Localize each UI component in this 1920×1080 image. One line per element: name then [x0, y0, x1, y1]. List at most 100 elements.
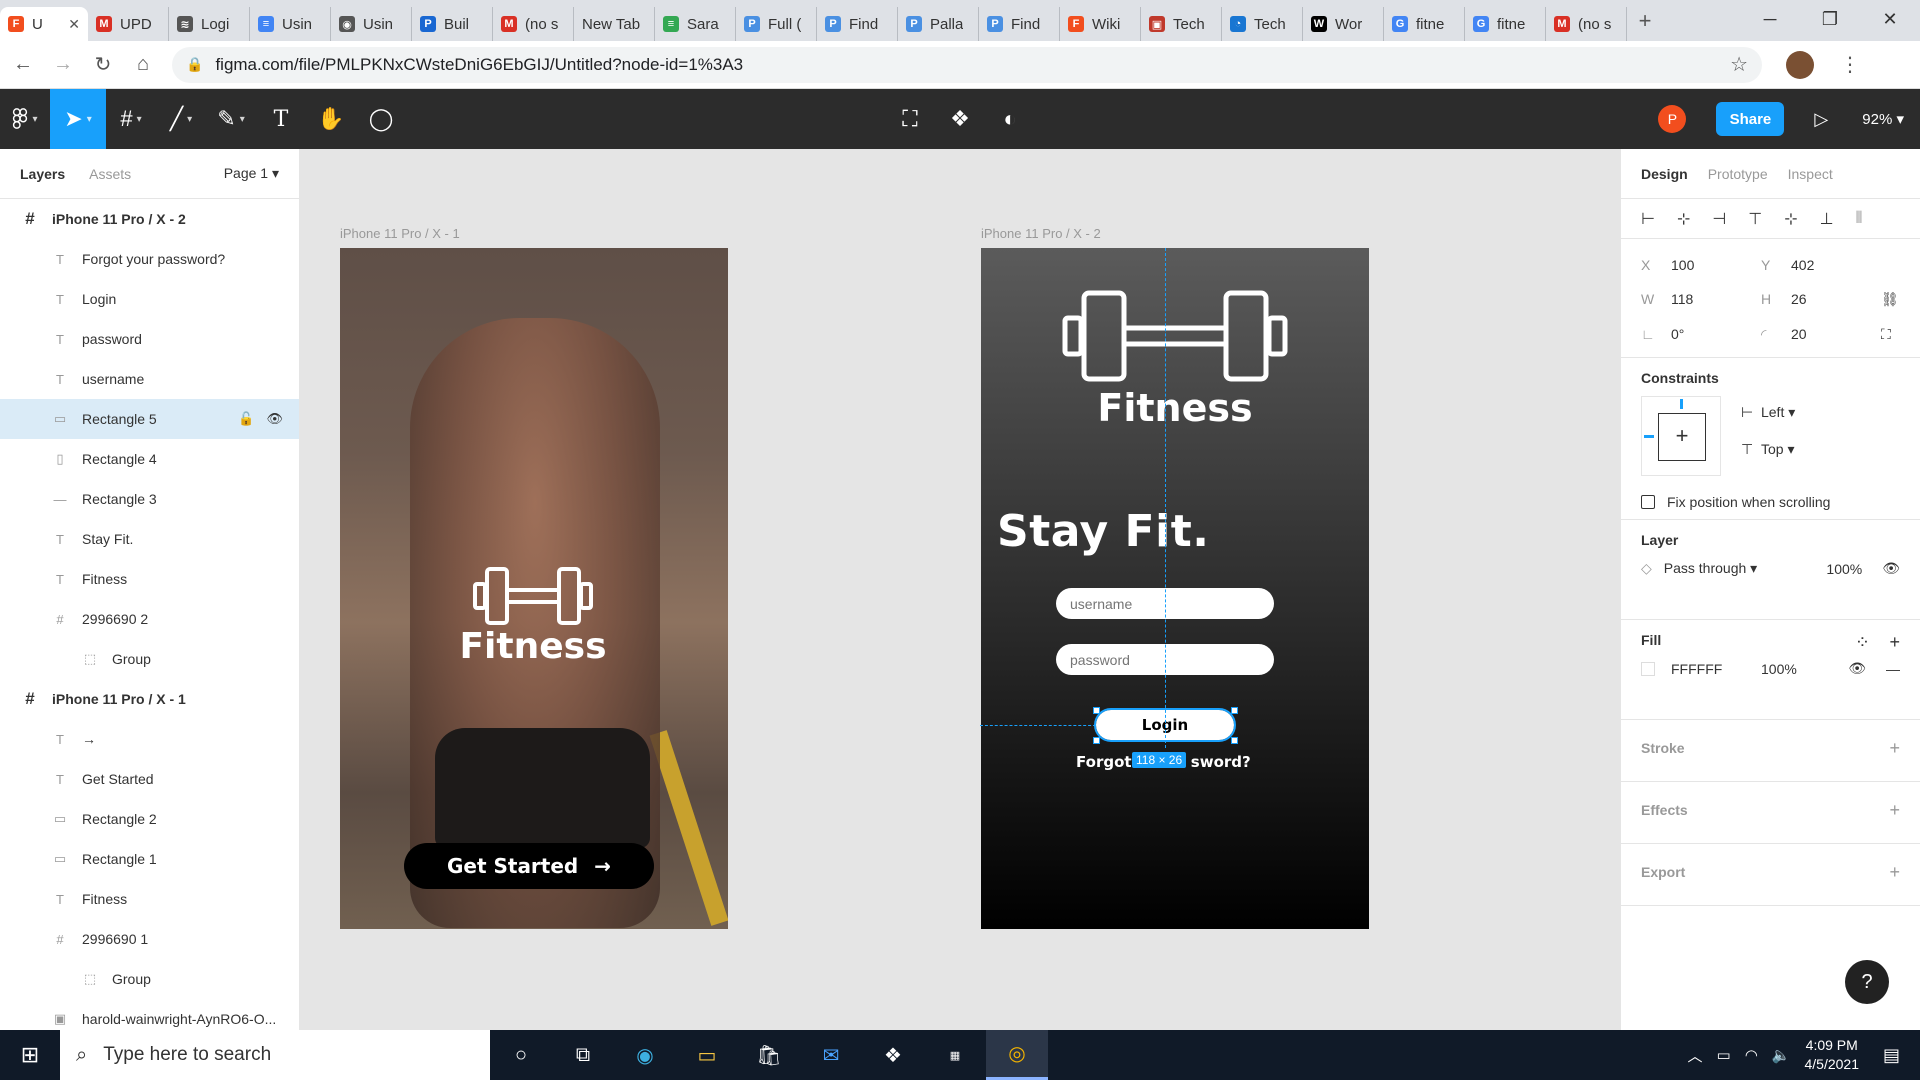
wifi-icon[interactable]: ◠	[1745, 1046, 1758, 1064]
components-icon[interactable]: ❖	[935, 89, 985, 149]
lock-icon[interactable]: 🔒	[186, 56, 203, 73]
tray-chevron-icon[interactable]: ︿	[1688, 1045, 1703, 1066]
windows-start-icon[interactable]: ⊞	[0, 1042, 60, 1068]
frame1-label[interactable]: iPhone 11 Pro / X - 1	[340, 226, 460, 241]
browser-tab[interactable]: P Full (	[736, 7, 817, 41]
fill-swatch[interactable]	[1641, 661, 1655, 676]
help-button[interactable]: ?	[1845, 960, 1889, 1004]
layer-row[interactable]: Tpassword	[0, 319, 299, 359]
align-left-icon[interactable]: ⊢	[1641, 209, 1655, 229]
tab-assets[interactable]: Assets	[89, 166, 131, 182]
file-explorer-icon[interactable]: ▭	[676, 1030, 738, 1080]
w-field[interactable]: W 118	[1641, 291, 1761, 308]
bookmark-star-icon[interactable]: ☆	[1730, 52, 1748, 77]
layer-row[interactable]: #2996690 2	[0, 599, 299, 639]
constraint-left-bar[interactable]	[1644, 435, 1654, 438]
dropbox-icon[interactable]: ❖	[862, 1030, 924, 1080]
browser-menu-icon[interactable]: ⋮	[1840, 52, 1860, 77]
bounding-box-icon[interactable]: ⛶	[885, 89, 935, 149]
blend-mode-dropdown[interactable]: Pass through ▾	[1664, 560, 1757, 577]
unlock-icon[interactable]: 🔓	[238, 411, 254, 427]
task-view-icon[interactable]: ⧉	[552, 1030, 614, 1080]
add-fill-icon[interactable]: +	[1889, 632, 1900, 653]
browser-tab[interactable]: M (no s	[1546, 7, 1627, 41]
layer-row[interactable]: #2996690 1	[0, 919, 299, 959]
browser-tab[interactable]: P Palla	[898, 7, 979, 41]
visibility-icon[interactable]: 👁	[266, 411, 283, 427]
fill-styles-icon[interactable]: ⁘	[1855, 632, 1870, 653]
hand-tool-icon[interactable]: ✋	[306, 89, 356, 149]
store-icon[interactable]: 🛍	[738, 1030, 800, 1080]
add-stroke-icon[interactable]: +	[1889, 738, 1900, 759]
fix-position-checkbox[interactable]: Fix position when scrolling	[1641, 494, 1900, 510]
present-play-icon[interactable]: ▷	[1814, 109, 1828, 130]
get-started-button[interactable]: Get Started →	[404, 843, 654, 889]
layer-row[interactable]: ▭ Rectangle 1	[0, 839, 299, 879]
edge-icon[interactable]: ◉	[614, 1030, 676, 1080]
layer-row[interactable]: ▯ Rectangle 4	[0, 439, 299, 479]
browser-tab[interactable]: Gfitne	[1384, 7, 1465, 41]
distribute-icon[interactable]: ⫴	[1856, 210, 1863, 228]
align-hcenter-icon[interactable]: ⊹	[1677, 209, 1690, 229]
y-field[interactable]: Y 402	[1761, 257, 1881, 273]
tab-prototype[interactable]: Prototype	[1708, 166, 1768, 182]
layer-row[interactable]: T Get Started	[0, 759, 299, 799]
resize-handle-br[interactable]	[1231, 737, 1238, 744]
taskbar-search[interactable]: ⌕ Type here to search	[60, 1030, 490, 1080]
browser-tab[interactable]: ▣ Tech	[1141, 7, 1222, 41]
clock[interactable]: 4:09 PM 4/5/2021	[1804, 1036, 1859, 1074]
fill-opacity[interactable]: 100%	[1761, 661, 1797, 677]
browser-tab[interactable]: ≡ Sara	[655, 7, 736, 41]
chrome-icon[interactable]: ◎	[986, 1030, 1048, 1080]
layer-row[interactable]: # iPhone 11 Pro / X - 2	[0, 199, 299, 239]
fill-visibility-icon[interactable]: 👁	[1848, 660, 1866, 677]
minimize-icon[interactable]: ─	[1740, 0, 1800, 41]
browser-tab[interactable]: ◉ Usin	[331, 7, 412, 41]
constrain-proportions-icon[interactable]: ⛓	[1881, 291, 1901, 308]
contrast-icon[interactable]: ◐	[985, 89, 1035, 149]
volume-icon[interactable]: 🔈	[1772, 1046, 1791, 1064]
figma-main-menu-icon[interactable]: ▾	[0, 89, 50, 149]
frame2-label[interactable]: iPhone 11 Pro / X - 2	[981, 226, 1101, 241]
browser-tab[interactable]: M (no s	[493, 7, 574, 41]
browser-tab[interactable]: F U ✕	[0, 7, 88, 41]
layer-opacity[interactable]: 100%	[1826, 561, 1862, 577]
align-top-icon[interactable]: ⊤	[1748, 209, 1762, 229]
resize-handle-tl[interactable]	[1093, 707, 1100, 714]
layer-row[interactable]: T Fitness	[0, 879, 299, 919]
user-avatar[interactable]: P	[1658, 105, 1687, 133]
home-icon[interactable]: ⌂	[126, 53, 160, 76]
align-right-icon[interactable]: ⊣	[1712, 209, 1726, 229]
layer-row[interactable]: ▭ Rectangle 5 🔓 👁	[0, 399, 299, 439]
tab-layers[interactable]: Layers	[20, 166, 65, 182]
browser-tab[interactable]: Gfitne	[1465, 7, 1546, 41]
layer-row[interactable]: — Rectangle 3	[0, 479, 299, 519]
radius-field[interactable]: ◜ 20	[1761, 326, 1881, 343]
browser-tab[interactable]: ≋ Logi	[169, 7, 250, 41]
forward-icon[interactable]: →	[46, 53, 80, 76]
share-button[interactable]: Share	[1716, 102, 1785, 136]
close-window-icon[interactable]: ✕	[1860, 0, 1920, 41]
notifications-icon[interactable]: ▤	[1883, 1045, 1900, 1066]
layer-row[interactable]: ▭ Rectangle 2	[0, 799, 299, 839]
layer-visibility-icon[interactable]: 👁	[1882, 560, 1900, 577]
back-icon[interactable]: ←	[6, 53, 40, 76]
browser-tab[interactable]: P Buil	[412, 7, 493, 41]
rotation-field[interactable]: ∟ 0°	[1641, 326, 1761, 343]
comment-tool-icon[interactable]: ◯	[356, 89, 406, 149]
pen-tool-icon[interactable]: ✎ ▾	[206, 89, 256, 149]
design-canvas[interactable]: iPhone 11 Pro / X - 1 Fitness Get Starte…	[300, 149, 1620, 1030]
reload-icon[interactable]: ↻	[86, 52, 120, 77]
frame-iphone-2[interactable]: Fitness Stay Fit. Login Forgot sword? 11…	[981, 248, 1369, 929]
x-field[interactable]: X 100	[1641, 257, 1761, 273]
browser-tab[interactable]: M UPD	[88, 7, 169, 41]
battery-icon[interactable]: ▭	[1717, 1046, 1731, 1064]
new-tab-icon[interactable]: +	[1627, 8, 1663, 34]
zoom-dropdown[interactable]: 92% ▾	[1862, 110, 1904, 128]
browser-tab[interactable]: F Wiki	[1060, 7, 1141, 41]
profile-avatar[interactable]	[1786, 50, 1814, 79]
h-field[interactable]: H 26	[1761, 291, 1881, 308]
constraint-top-bar[interactable]	[1680, 399, 1683, 409]
stay-fit-heading[interactable]: Stay Fit.	[997, 506, 1209, 557]
remove-fill-icon[interactable]: —	[1886, 661, 1900, 677]
